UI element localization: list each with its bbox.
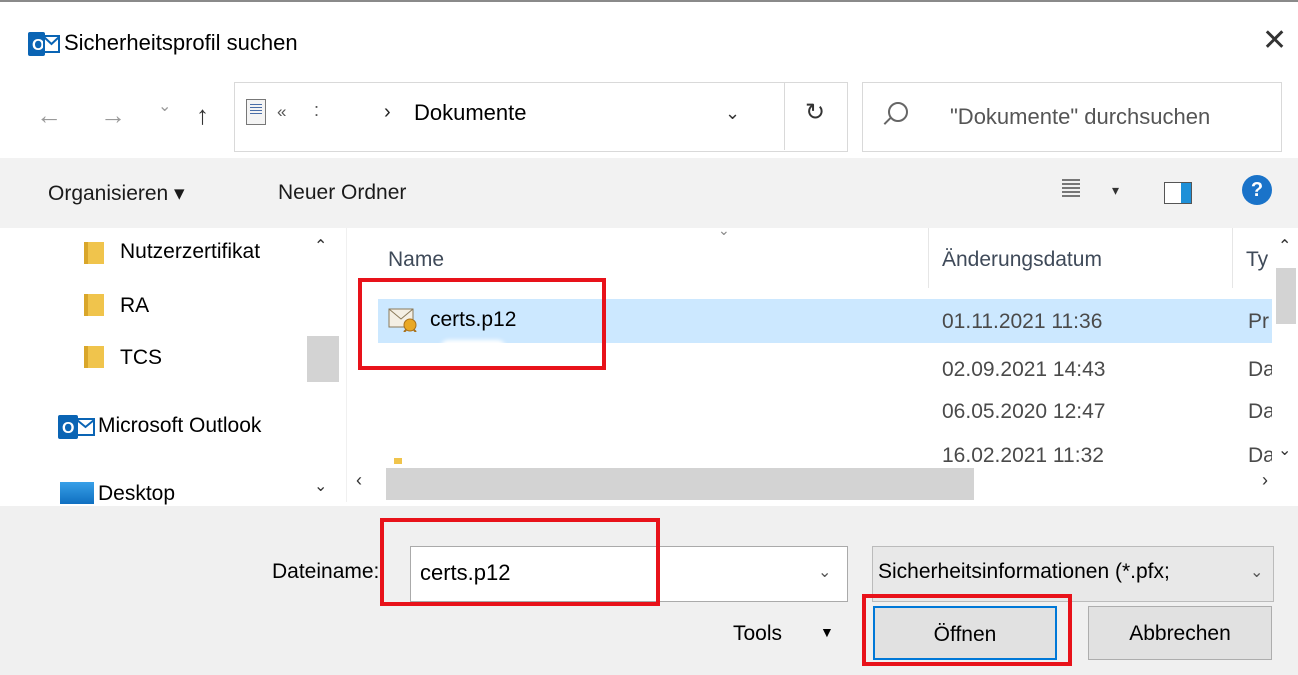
search-icon — [888, 102, 908, 122]
filetype-value[interactable]: Sicherheitsinformationen (*.pfx; — [878, 560, 1244, 584]
window-title: Sicherheitsprofil suchen — [64, 30, 298, 55]
folder-icon — [84, 346, 104, 368]
outlook-icon: O — [28, 32, 60, 56]
sidebar-scroll-thumb[interactable] — [307, 336, 339, 382]
column-separator[interactable] — [1232, 228, 1233, 288]
search-placeholder: "Dokumente" durchsuchen — [950, 104, 1211, 129]
folder-icon — [394, 458, 402, 464]
sidebar-item-tcs[interactable]: TCS — [120, 346, 162, 370]
back-icon[interactable]: ← — [36, 100, 62, 131]
recent-locations-icon[interactable]: ⌄ — [158, 96, 171, 116]
window-top-border — [0, 0, 1298, 2]
filelist-vertical-scroll-thumb[interactable] — [1276, 268, 1296, 324]
file-date: 06.05.2020 12:47 — [942, 400, 1106, 423]
file-date: 16.02.2021 11:32 — [942, 444, 1104, 466]
new-folder-button[interactable]: Neuer Ordner — [278, 181, 406, 205]
view-dropdown-icon[interactable]: ▾ — [1112, 182, 1119, 199]
filelist-scroll-right-icon[interactable]: › — [1262, 470, 1268, 491]
column-header-date[interactable]: Änderungsdatum — [942, 248, 1102, 272]
filelist-scroll-up-icon[interactable]: ⌃ — [1278, 236, 1291, 256]
file-type: Da — [1248, 444, 1272, 466]
filename-label: Dateiname: — [272, 560, 380, 583]
organize-button[interactable]: Organisieren ▾ — [48, 181, 185, 206]
forward-icon[interactable]: → — [100, 100, 126, 131]
sidebar-item-outlook[interactable]: Microsoft Outlook — [98, 414, 306, 438]
sidebar-scroll-up-icon[interactable]: ⌃ — [314, 236, 327, 256]
file-type: Da — [1248, 358, 1272, 381]
filelist-scroll-down-icon[interactable]: ⌄ — [1278, 440, 1291, 460]
view-options-icon[interactable] — [1062, 179, 1080, 199]
highlight-box-file — [358, 278, 606, 370]
breadcrumb-overflow-icon[interactable]: « — [277, 102, 286, 122]
folder-icon — [84, 294, 104, 316]
refresh-button[interactable]: ↻ — [784, 82, 847, 150]
breadcrumb-arrow-icon[interactable]: › — [384, 101, 391, 124]
close-icon[interactable]: ✕ — [1262, 26, 1287, 56]
file-type: Pr — [1248, 310, 1269, 333]
file-date: 01.11.2021 11:36 — [942, 310, 1103, 333]
address-bar[interactable] — [234, 82, 848, 152]
filelist-horizontal-scroll-thumb[interactable] — [386, 468, 974, 500]
outlook-icon: O — [58, 415, 95, 439]
folder-icon — [84, 242, 104, 264]
column-header-type[interactable]: Ty — [1246, 248, 1272, 272]
file-type: Da — [1248, 400, 1272, 423]
file-date: 02.09.2021 14:43 — [942, 358, 1106, 381]
breadcrumb-current[interactable]: Dokumente — [414, 100, 527, 126]
refresh-icon: ↻ — [805, 99, 826, 126]
tools-button[interactable]: Tools — [733, 622, 782, 646]
filelist-scroll-left-icon[interactable]: ‹ — [356, 470, 362, 491]
sidebar-item-nutzerzertifikat[interactable]: Nutzerzertifikat — [120, 240, 260, 264]
column-header-name[interactable]: Name — [388, 248, 444, 272]
help-icon[interactable]: ? — [1242, 175, 1272, 205]
tools-dropdown-icon[interactable]: ▼ — [820, 624, 834, 640]
sidebar-item-desktop[interactable]: Desktop — [98, 482, 175, 506]
up-icon[interactable]: ↑ — [196, 100, 209, 131]
address-dropdown-icon[interactable]: ⌄ — [725, 103, 740, 124]
cancel-button[interactable]: Abbrechen — [1088, 606, 1272, 660]
breadcrumb-separator: : — [314, 100, 320, 120]
preview-pane-icon[interactable] — [1164, 182, 1192, 204]
svg-text:O: O — [32, 37, 44, 54]
pane-divider — [346, 228, 347, 502]
filetype-dropdown-icon[interactable]: ⌄ — [1250, 562, 1263, 582]
sidebar-scroll-down-icon[interactable]: ⌄ — [314, 476, 327, 496]
document-folder-icon — [246, 99, 266, 125]
highlight-box-filename — [380, 518, 660, 606]
highlight-box-open — [862, 594, 1072, 666]
svg-text:O: O — [62, 420, 74, 437]
desktop-icon — [60, 482, 94, 504]
column-separator[interactable] — [928, 228, 929, 288]
sidebar-item-ra[interactable]: RA — [120, 294, 149, 318]
filelist-vertical-scrollbar[interactable] — [1274, 228, 1298, 466]
sort-indicator-icon: ⌄ — [718, 222, 730, 238]
filename-dropdown-icon[interactable]: ⌄ — [818, 562, 831, 582]
command-bar — [0, 158, 1298, 228]
